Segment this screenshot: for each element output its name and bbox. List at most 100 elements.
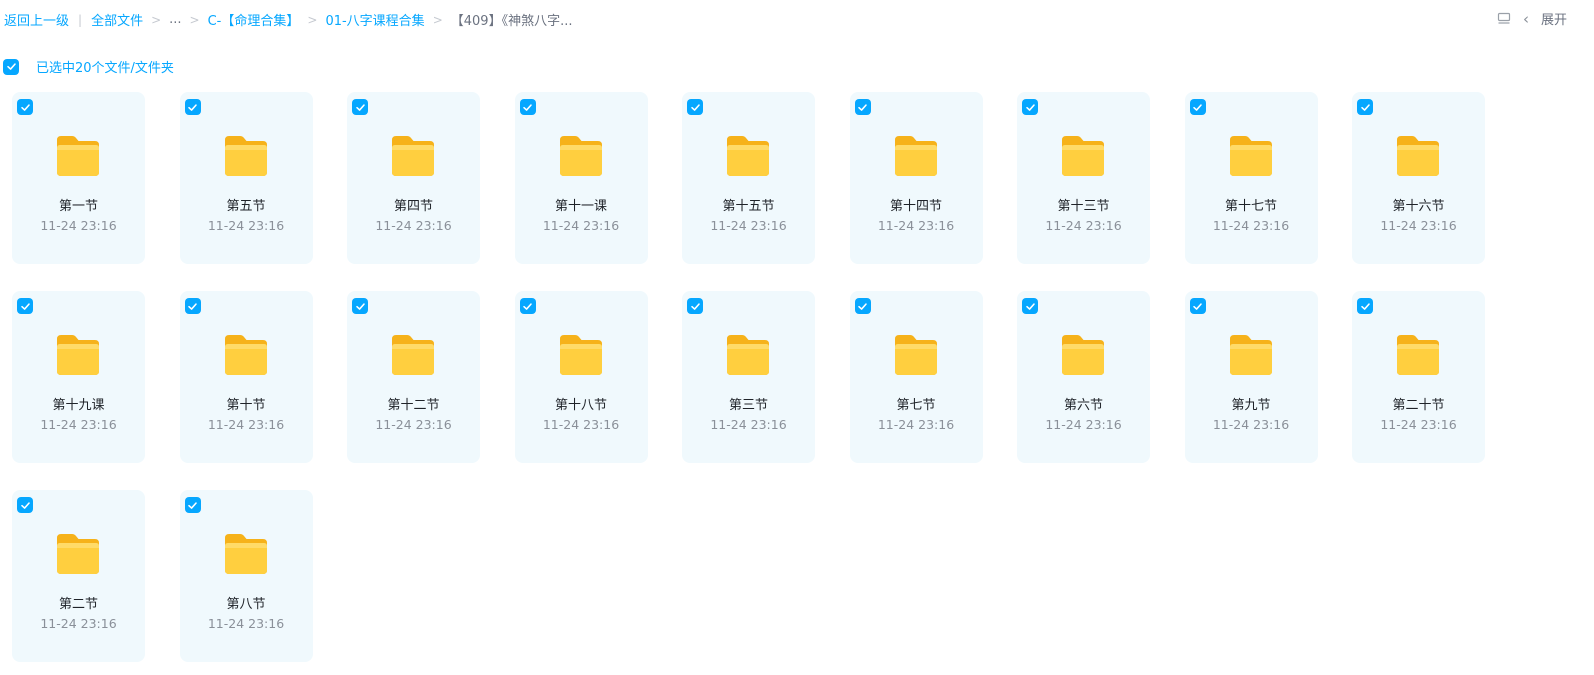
folder-icon <box>559 136 602 176</box>
folder-checkbox[interactable] <box>854 99 871 115</box>
folder-date: 11-24 23:16 <box>1380 417 1457 432</box>
breadcrumb-separator: > <box>307 12 318 27</box>
folder-icon <box>727 335 769 375</box>
folder-item[interactable]: 第八节 11-24 23:16 <box>179 490 313 662</box>
folder-item[interactable]: 第十九课 11-24 23:16 <box>12 291 145 463</box>
check-icon <box>858 103 867 111</box>
breadcrumb: 返回上一级 | 全部文件 > ... > C-【命理合集】 > 01-八字课程合… <box>4 10 572 29</box>
folder-item[interactable]: 第十七节 11-24 23:16 <box>1184 92 1318 264</box>
folder-item[interactable]: 第十二节 11-24 23:16 <box>347 291 480 463</box>
folder-checkbox[interactable] <box>519 298 536 314</box>
folder-name: 第十三节 <box>1057 199 1110 214</box>
folder-name: 第十一课 <box>554 199 607 214</box>
select-all-checkbox[interactable] <box>3 58 19 75</box>
folder-date: 11-24 23:16 <box>1212 417 1290 432</box>
folder-item[interactable]: 第十一课 11-24 23:16 <box>514 92 648 264</box>
folder-checkbox[interactable] <box>1189 298 1206 314</box>
folder-icon <box>727 136 769 176</box>
folder-icon <box>224 136 267 176</box>
check-icon <box>523 103 532 111</box>
top-bar: 返回上一级 | 全部文件 > ... > C-【命理合集】 > 01-八字课程合… <box>0 0 1594 40</box>
chevron-left-icon[interactable]: ‹ <box>1523 10 1529 28</box>
folder-icon <box>894 136 937 176</box>
folder-checkbox[interactable] <box>1357 298 1373 314</box>
folder-item[interactable]: 第五节 11-24 23:16 <box>179 92 313 264</box>
folder-item[interactable]: 第十六节 11-24 23:16 <box>1352 92 1485 264</box>
breadcrumb-all-files[interactable]: 全部文件 <box>91 10 143 29</box>
folder-icon <box>57 335 99 375</box>
folder-item[interactable]: 第九节 11-24 23:16 <box>1184 291 1318 463</box>
folder-item[interactable]: 第三节 11-24 23:16 <box>682 291 815 463</box>
check-icon <box>20 302 30 310</box>
folder-name: 第四节 <box>393 199 433 214</box>
check-icon <box>188 302 197 310</box>
check-icon <box>1360 302 1370 310</box>
breadcrumb-level1[interactable]: C-【命理合集】 <box>208 10 300 29</box>
folder-item[interactable]: 第二节 11-24 23:16 <box>12 490 145 662</box>
folder-checkbox[interactable] <box>17 298 33 314</box>
folder-date: 11-24 23:16 <box>40 616 117 631</box>
folder-icon <box>392 136 434 176</box>
folder-icon <box>1229 335 1272 375</box>
folder-item[interactable]: 第六节 11-24 23:16 <box>1017 291 1150 463</box>
folder-name: 第十六节 <box>1392 199 1445 214</box>
folder-name: 第二节 <box>58 597 98 612</box>
folder-item[interactable]: 第十四节 11-24 23:16 <box>849 92 983 264</box>
folder-checkbox[interactable] <box>17 497 33 513</box>
folder-icon <box>57 136 99 176</box>
breadcrumb-divider: | <box>78 12 83 27</box>
selection-count-text: 已选中20个文件/文件夹 <box>36 61 174 76</box>
folder-date: 11-24 23:16 <box>207 417 285 432</box>
folder-date: 11-24 23:16 <box>1045 417 1122 432</box>
breadcrumb-level2[interactable]: 01-八字课程合集 <box>325 10 424 29</box>
folder-checkbox[interactable] <box>1022 298 1038 314</box>
folder-item[interactable]: 第四节 11-24 23:16 <box>347 92 480 264</box>
folder-date: 11-24 23:16 <box>1380 218 1457 233</box>
folder-item[interactable]: 第十三节 11-24 23:16 <box>1017 92 1150 264</box>
folder-name: 第十节 <box>226 398 266 413</box>
folder-checkbox[interactable] <box>352 298 368 314</box>
folder-item[interactable]: 第七节 11-24 23:16 <box>849 291 983 463</box>
folder-checkbox[interactable] <box>184 497 201 513</box>
folder-checkbox[interactable] <box>352 99 368 115</box>
folder-checkbox[interactable] <box>519 99 536 115</box>
breadcrumb-ellipsis[interactable]: ... <box>169 12 181 27</box>
folder-item[interactable]: 第十节 11-24 23:16 <box>179 291 313 463</box>
folder-checkbox[interactable] <box>184 99 201 115</box>
folder-date: 11-24 23:16 <box>877 218 955 233</box>
folder-checkbox[interactable] <box>687 99 703 115</box>
expand-button[interactable]: 展开 <box>1541 9 1567 28</box>
folder-checkbox[interactable] <box>1357 99 1373 115</box>
folder-checkbox[interactable] <box>17 99 33 115</box>
folder-date: 11-24 23:16 <box>207 616 285 631</box>
list-view-icon[interactable] <box>1497 12 1511 26</box>
folder-item[interactable]: 第十八节 11-24 23:16 <box>514 291 648 463</box>
folder-name: 第九节 <box>1231 398 1271 413</box>
folder-icon <box>1062 136 1104 176</box>
check-icon <box>690 103 700 111</box>
back-link[interactable]: 返回上一级 <box>4 10 69 29</box>
folder-item[interactable]: 第一节 11-24 23:16 <box>12 92 145 264</box>
check-icon <box>355 103 365 111</box>
folder-date: 11-24 23:16 <box>1212 218 1290 233</box>
folder-date: 11-24 23:16 <box>375 417 452 432</box>
folder-item[interactable]: 第二十节 11-24 23:16 <box>1352 291 1485 463</box>
folder-checkbox[interactable] <box>687 298 703 314</box>
folder-name: 第十七节 <box>1224 199 1277 214</box>
check-icon <box>355 302 365 310</box>
folder-name: 第六节 <box>1063 398 1103 413</box>
folder-checkbox[interactable] <box>1022 99 1038 115</box>
folder-icon <box>1229 136 1272 176</box>
folder-checkbox[interactable] <box>184 298 201 314</box>
check-icon <box>6 63 16 70</box>
check-icon <box>1025 103 1035 111</box>
folder-checkbox[interactable] <box>854 298 871 314</box>
folder-item[interactable]: 第十五节 11-24 23:16 <box>682 92 815 264</box>
check-icon <box>1193 302 1202 310</box>
folder-icon <box>894 335 937 375</box>
breadcrumb-current: 【409】《神煞八字... <box>450 14 573 29</box>
check-icon <box>188 103 197 111</box>
folder-name: 第十八节 <box>554 398 607 413</box>
folder-checkbox[interactable] <box>1189 99 1206 115</box>
breadcrumb-separator: > <box>151 12 162 27</box>
